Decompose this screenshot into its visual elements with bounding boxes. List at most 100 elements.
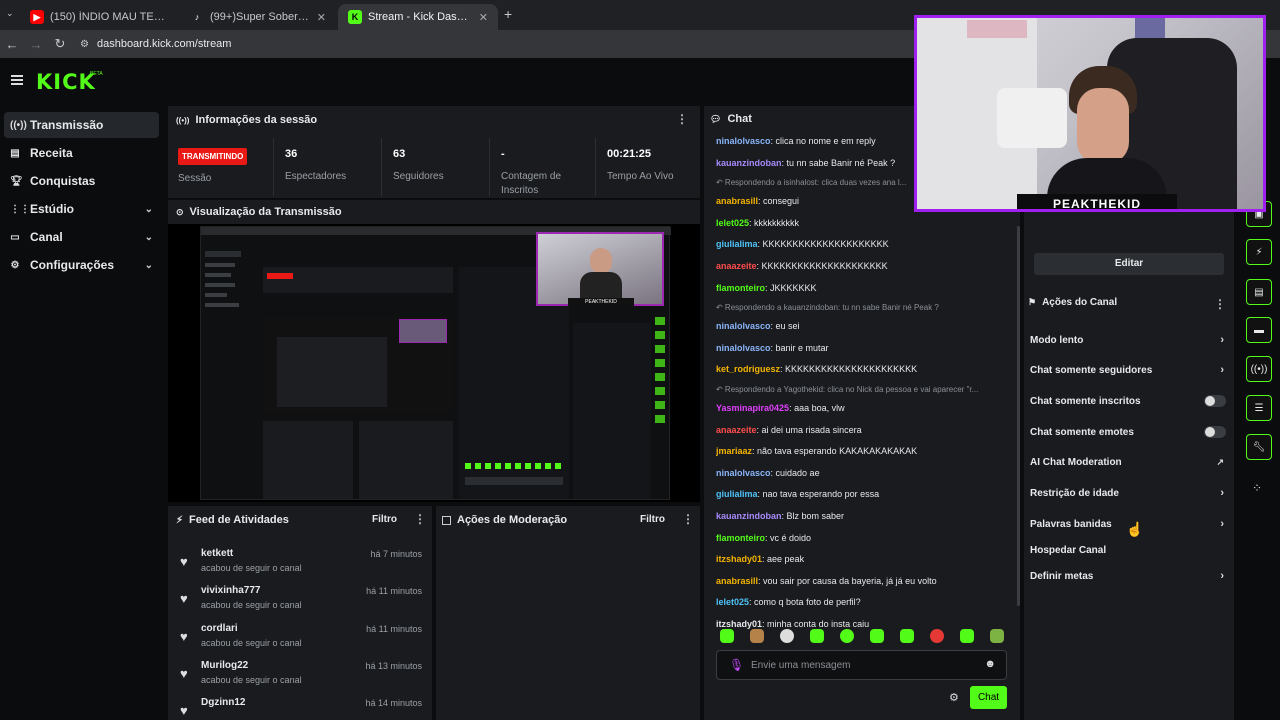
browser-tab-tiktok[interactable]: ♪ (99+)Super Soberbo (@peakso... ✕ xyxy=(180,4,336,30)
subs-only-toggle[interactable] xyxy=(1204,395,1226,407)
emote-icon[interactable] xyxy=(720,629,734,643)
chat-username[interactable]: lelet025 xyxy=(716,597,749,607)
chat-username[interactable]: anabrasill xyxy=(716,576,758,586)
close-icon[interactable]: ✕ xyxy=(317,11,326,24)
action-host-channel[interactable]: Hospedar Canal xyxy=(1030,540,1226,560)
action-set-goals[interactable]: Definir metas › xyxy=(1030,566,1226,586)
wrench-icon: 🔧︎ xyxy=(1252,441,1266,453)
chat-username[interactable]: ninalolvasco xyxy=(716,468,771,478)
chat-username[interactable]: giulialima xyxy=(716,489,758,499)
chat-username[interactable]: kauanzindoban xyxy=(716,511,782,521)
chat-message: kauanzindoban: Blz bom saber xyxy=(716,511,1016,523)
site-settings-icon[interactable]: ⚙ xyxy=(80,39,89,50)
feed-username[interactable]: cordlari xyxy=(201,623,238,634)
forward-icon[interactable]: → xyxy=(24,37,48,52)
emote-icon[interactable] xyxy=(750,629,764,643)
chat-username[interactable]: ninalolvasco xyxy=(716,321,771,331)
kick-logo[interactable]: KICK xyxy=(36,70,96,94)
rail-button-chat[interactable]: ▬ xyxy=(1246,317,1272,343)
chat-username[interactable]: ninalolvasco xyxy=(716,343,771,353)
action-label: Definir metas xyxy=(1030,570,1094,582)
sidebar-item-conquistas[interactable]: 🏆︎ Conquistas xyxy=(4,168,159,194)
emote-icon[interactable] xyxy=(780,629,794,643)
emote-icon[interactable] xyxy=(930,629,944,643)
rail-button-broadcast[interactable]: ((•)) xyxy=(1246,356,1272,382)
browser-tab-youtube[interactable]: ▶ (150) ÍNDIO MAU TE ARRASTO... xyxy=(20,4,176,30)
bolt-icon: ⚡︎ xyxy=(176,514,184,526)
reload-icon[interactable]: ↻ xyxy=(48,36,72,52)
chat-username[interactable]: jmariaaz xyxy=(716,446,752,456)
moderation-filter-button[interactable]: Filtro xyxy=(640,514,665,525)
emote-icon[interactable] xyxy=(870,629,884,643)
menu-icon[interactable] xyxy=(11,75,23,85)
feed-filter-button[interactable]: Filtro xyxy=(372,514,397,525)
chat-username[interactable]: flamonteiro xyxy=(716,533,765,543)
chat-username[interactable]: itzshady01 xyxy=(716,619,762,629)
action-slow-mode[interactable]: Modo lento › xyxy=(1030,330,1226,350)
chat-username[interactable]: ninalolvasco xyxy=(716,136,771,146)
layout-icon: ☰ xyxy=(1254,402,1264,414)
emote-icon[interactable] xyxy=(990,629,1004,643)
sidebar-item-canal[interactable]: ▭ Canal ⌄ xyxy=(4,224,159,250)
action-subs-only[interactable]: Chat somente inscritos xyxy=(1030,391,1226,411)
chat-send-button[interactable]: Chat xyxy=(970,686,1007,709)
chat-username[interactable]: kauanzindoban xyxy=(716,158,782,168)
chat-username[interactable]: Yasminapira0425 xyxy=(716,403,789,413)
chat-username[interactable]: ket_rodriguesz xyxy=(716,364,780,374)
url-field[interactable]: ⚙ dashboard.kick.com/stream xyxy=(80,38,231,50)
sidebar-item-estudio[interactable]: ⋮⋮ Estúdio ⌄ xyxy=(4,196,159,222)
apps-icon[interactable]: ⁘ xyxy=(1252,481,1262,495)
chat-username[interactable]: itzshady01 xyxy=(716,554,762,564)
microphone-icon[interactable]: 🎙︎ xyxy=(729,658,744,672)
chat-text: : kkkkkkkkkk xyxy=(749,217,800,228)
chat-scrollbar[interactable] xyxy=(1017,226,1020,606)
more-options-icon[interactable]: ⋮ xyxy=(682,512,694,526)
feed-username[interactable]: vivixinha777 xyxy=(201,585,260,596)
uptime-stat: 00:21:25 Tempo Ao Vivo xyxy=(595,138,700,196)
feed-username[interactable]: Murilog22 xyxy=(201,660,248,671)
emote-icon[interactable] xyxy=(840,629,854,643)
feed-username[interactable]: ketkett xyxy=(201,548,233,559)
emote-icon[interactable] xyxy=(810,629,824,643)
chat-username[interactable]: anaazeite xyxy=(716,425,757,435)
sidebar-item-configuracoes[interactable]: ⚙ Configurações ⌄ xyxy=(4,252,159,278)
chat-username[interactable]: anaazeite xyxy=(716,261,757,271)
action-ai-moderation[interactable]: AI Chat Moderation ↗ xyxy=(1030,452,1226,472)
rail-button-layout[interactable]: ☰ xyxy=(1246,395,1272,421)
chat-username[interactable]: giulialima xyxy=(716,239,758,249)
emotes-only-toggle[interactable] xyxy=(1204,426,1226,438)
action-followers-only[interactable]: Chat somente seguidores › xyxy=(1030,360,1226,380)
rail-button-notes[interactable]: ▤ xyxy=(1246,279,1272,305)
chat-text: : nao tava esperando por essa xyxy=(757,489,880,500)
emote-icon[interactable] xyxy=(900,629,914,643)
chat-input[interactable]: 🎙︎ Envie uma mensagem ☻ xyxy=(716,650,1007,680)
feed-username[interactable]: Dgzinn12 xyxy=(201,697,245,708)
action-emotes-only[interactable]: Chat somente emotes xyxy=(1030,422,1226,442)
rail-button-lightning[interactable]: ⚡︎ xyxy=(1246,239,1272,265)
more-options-icon[interactable]: ⋮ xyxy=(676,112,688,126)
back-icon[interactable]: ← xyxy=(0,37,24,52)
stream-preview-video[interactable]: PEAKTHEKID xyxy=(168,224,700,502)
action-label: AI Chat Moderation xyxy=(1030,456,1122,468)
action-age-restriction[interactable]: Restrição de idade › xyxy=(1030,483,1226,503)
chat-input-placeholder: Envie uma mensagem xyxy=(751,660,851,671)
more-options-icon[interactable]: ⋮ xyxy=(1214,297,1226,311)
emoji-icon[interactable]: ☻ xyxy=(984,658,996,670)
chat-message: anaazeite: ai dei uma risada sincera xyxy=(716,425,1016,437)
edit-button[interactable]: Editar xyxy=(1034,253,1224,275)
tab-search-icon[interactable]: ⌄ xyxy=(6,8,14,19)
chat-username[interactable]: flamonteiro xyxy=(716,283,765,293)
browser-tab-kick[interactable]: K Stream - Kick Dashboard ✕ xyxy=(338,4,498,30)
chat-username[interactable]: anabrasill xyxy=(716,196,758,206)
chat-settings-icon[interactable]: ⚙ xyxy=(949,691,959,704)
broadcast-icon: ((•)) xyxy=(176,115,190,125)
more-options-icon[interactable]: ⋮ xyxy=(414,512,426,526)
sidebar-item-receita[interactable]: ▤ Receita xyxy=(4,140,159,166)
sidebar-item-transmissao[interactable]: ((•)) Transmissão xyxy=(4,112,159,138)
close-icon[interactable]: ✕ xyxy=(479,11,488,24)
rail-button-tools[interactable]: 🔧︎ xyxy=(1246,434,1272,460)
new-tab-icon[interactable]: + xyxy=(504,6,512,22)
chat-username[interactable]: lelet025 xyxy=(716,218,749,228)
emote-icon[interactable] xyxy=(960,629,974,643)
channel-actions-header: ⚑ Ações do Canal xyxy=(1028,297,1117,308)
